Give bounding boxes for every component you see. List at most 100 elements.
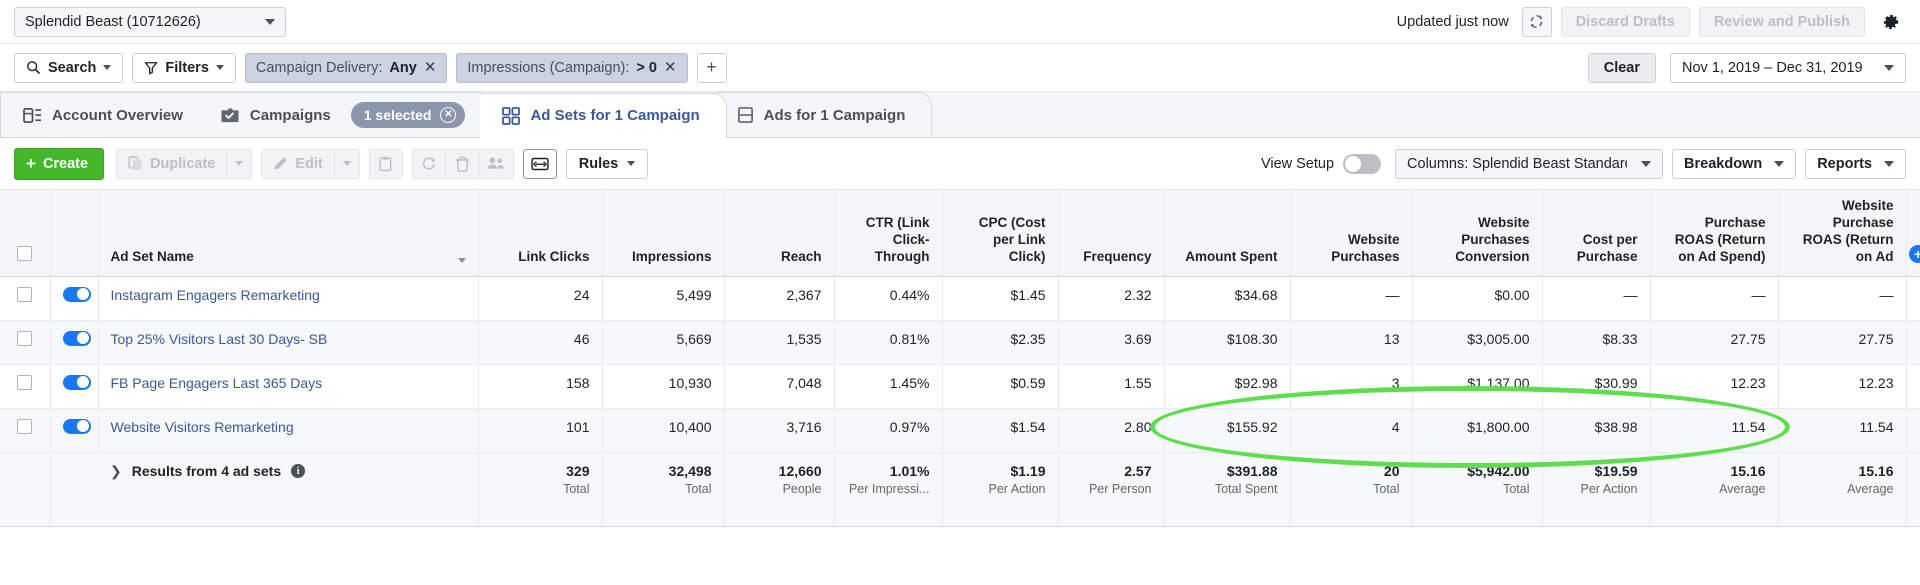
search-button[interactable]: Search bbox=[14, 53, 123, 83]
column-header-link-clicks[interactable]: Link Clicks bbox=[478, 190, 602, 276]
summary-row: ❯ Results from 4 ad sets i 329 Total 32,… bbox=[0, 452, 1920, 526]
cost-per-purchase-cell: — bbox=[1542, 276, 1650, 320]
column-header-impressions[interactable]: Impressions bbox=[602, 190, 724, 276]
cpc-cell: $1.54 bbox=[942, 408, 1058, 452]
view-setup-control[interactable]: View Setup bbox=[1261, 154, 1381, 174]
column-header-ctr[interactable]: CTR (Link Click-Through bbox=[834, 190, 942, 276]
chevron-down-icon bbox=[343, 161, 351, 166]
campaigns-selected-badge[interactable]: 1 selected ✕ bbox=[351, 102, 466, 128]
select-all-checkbox[interactable] bbox=[17, 246, 32, 261]
column-header-website-purchases[interactable]: Website Purchases bbox=[1290, 190, 1412, 276]
summary-value: 12,660 bbox=[779, 463, 822, 479]
website-purchase-roas-cell: 11.54 bbox=[1778, 408, 1906, 452]
breakdown-label: Breakdown bbox=[1684, 156, 1762, 172]
reach-cell: 3,716 bbox=[724, 408, 834, 452]
tab-account-overview[interactable]: Account Overview bbox=[0, 92, 210, 137]
refresh-icon bbox=[1528, 13, 1545, 30]
amount-spent-cell: $108.30 bbox=[1164, 320, 1290, 364]
clear-selection-icon[interactable]: ✕ bbox=[440, 107, 456, 123]
filters-label: Filters bbox=[165, 60, 209, 76]
row-checkbox[interactable] bbox=[17, 331, 32, 346]
ad-set-name-link[interactable]: Top 25% Visitors Last 30 Days- SB bbox=[111, 331, 328, 347]
column-header-amount-spent[interactable]: Amount Spent bbox=[1164, 190, 1290, 276]
ad-set-name-link[interactable]: FB Page Engagers Last 365 Days bbox=[111, 375, 323, 391]
row-checkbox[interactable] bbox=[17, 419, 32, 434]
tab-label: Ads for 1 Campaign bbox=[764, 107, 906, 124]
filter-pill-campaign-delivery[interactable]: Campaign Delivery: Any ✕ bbox=[245, 53, 448, 83]
audience-button[interactable] bbox=[480, 149, 514, 179]
columns-selector[interactable]: Columns: Splendid Beast Standard ( bbox=[1395, 149, 1663, 179]
create-button[interactable]: + Create bbox=[14, 148, 104, 180]
refresh-button[interactable] bbox=[1522, 7, 1552, 37]
paste-button[interactable] bbox=[369, 149, 403, 179]
summary-value: $1.19 bbox=[1010, 463, 1045, 479]
chevron-down-icon bbox=[103, 65, 111, 70]
column-header-reach[interactable]: Reach bbox=[724, 190, 834, 276]
filters-button[interactable]: Filters bbox=[132, 53, 236, 83]
chevron-down-icon bbox=[1884, 161, 1894, 167]
filter-pill-value: Any bbox=[389, 60, 416, 76]
column-header-cost-per-purchase[interactable]: Cost per Purchase bbox=[1542, 190, 1650, 276]
status-toggle[interactable] bbox=[63, 287, 91, 302]
summary-sublabel: Average bbox=[1663, 482, 1766, 496]
view-setup-toggle[interactable] bbox=[1343, 154, 1381, 174]
view-charts-button[interactable] bbox=[523, 149, 557, 179]
close-icon[interactable]: ✕ bbox=[664, 60, 677, 75]
row-checkbox[interactable] bbox=[17, 287, 32, 302]
chevron-down-icon bbox=[627, 161, 635, 166]
tab-ads[interactable]: Ads for 1 Campaign bbox=[715, 92, 933, 137]
status-toggle[interactable] bbox=[63, 331, 91, 346]
reports-selector[interactable]: Reports bbox=[1805, 149, 1906, 179]
cpc-cell: $1.45 bbox=[942, 276, 1058, 320]
review-and-publish-button[interactable]: Review and Publish bbox=[1699, 7, 1865, 37]
table-row[interactable]: Top 25% Visitors Last 30 Days- SB 46 5,6… bbox=[0, 320, 1920, 364]
column-header-ad-set-name[interactable]: Ad Set Name bbox=[98, 190, 478, 276]
table-header-row: Ad Set Name Link Clicks Impressions Reac… bbox=[0, 190, 1920, 276]
discard-drafts-button[interactable]: Discard Drafts bbox=[1561, 7, 1690, 37]
ad-set-name-link[interactable]: Website Visitors Remarketing bbox=[111, 419, 294, 435]
edit-dropdown[interactable] bbox=[335, 149, 360, 179]
cpc-cell: $0.59 bbox=[942, 364, 1058, 408]
info-icon[interactable]: i bbox=[291, 464, 305, 478]
gear-icon bbox=[1881, 12, 1900, 31]
table-row[interactable]: Website Visitors Remarketing 101 10,400 … bbox=[0, 408, 1920, 452]
breakdown-selector[interactable]: Breakdown bbox=[1672, 149, 1796, 179]
table-row[interactable]: Instagram Engagers Remarketing 24 5,499 … bbox=[0, 276, 1920, 320]
date-range-picker[interactable]: Nov 1, 2019 – Dec 31, 2019 bbox=[1670, 53, 1906, 83]
chevron-down-icon bbox=[235, 161, 243, 166]
column-header-cpc[interactable]: CPC (Cost per Link Click) bbox=[942, 190, 1058, 276]
delete-button[interactable] bbox=[446, 149, 480, 179]
table-row[interactable]: FB Page Engagers Last 365 Days 158 10,93… bbox=[0, 364, 1920, 408]
edit-button[interactable]: Edit bbox=[261, 149, 334, 179]
select-all-header bbox=[0, 190, 50, 276]
expand-chevron-icon[interactable]: ❯ bbox=[110, 463, 122, 480]
refresh-row-button[interactable] bbox=[412, 149, 446, 179]
summary-sublabel: Total bbox=[491, 482, 590, 496]
column-header-purchase-roas[interactable]: Purchase ROAS (Return on Ad Spend) bbox=[1650, 190, 1778, 276]
selected-count-label: 1 selected bbox=[364, 107, 432, 123]
settings-button[interactable] bbox=[1874, 7, 1906, 37]
status-toggle[interactable] bbox=[63, 375, 91, 390]
column-header-website-purchase-roas[interactable]: Website Purchase ROAS (Return on Ad bbox=[1778, 190, 1906, 276]
column-header-purchases-conversion[interactable]: Website Purchases Conversion bbox=[1412, 190, 1542, 276]
column-header-frequency[interactable]: Frequency bbox=[1058, 190, 1164, 276]
add-column-icon[interactable]: + bbox=[1909, 245, 1920, 263]
clear-filters-button[interactable]: Clear bbox=[1588, 53, 1656, 83]
filter-pill-impressions[interactable]: Impressions (Campaign): > 0 ✕ bbox=[456, 53, 687, 83]
add-filter-button[interactable]: + bbox=[697, 53, 727, 83]
summary-value: 15.16 bbox=[1730, 463, 1765, 479]
summary-value: $19.59 bbox=[1595, 463, 1638, 479]
tab-ad-sets[interactable]: Ad Sets for 1 Campaign bbox=[480, 93, 726, 138]
purchases-conversion-cell: $0.00 bbox=[1412, 276, 1542, 320]
impressions-cell: 5,499 bbox=[602, 276, 724, 320]
rules-button[interactable]: Rules bbox=[566, 149, 649, 179]
ad-set-name-link[interactable]: Instagram Engagers Remarketing bbox=[111, 287, 320, 303]
close-icon[interactable]: ✕ bbox=[424, 60, 437, 75]
account-selector[interactable]: Splendid Beast (10712626) bbox=[14, 7, 286, 37]
tab-campaigns[interactable]: Campaigns 1 selected ✕ bbox=[198, 92, 493, 137]
row-checkbox[interactable] bbox=[17, 375, 32, 390]
duplicate-button[interactable]: Duplicate bbox=[116, 149, 227, 179]
duplicate-dropdown[interactable] bbox=[227, 149, 252, 179]
status-toggle[interactable] bbox=[63, 419, 91, 434]
edit-group: Edit bbox=[261, 149, 359, 179]
